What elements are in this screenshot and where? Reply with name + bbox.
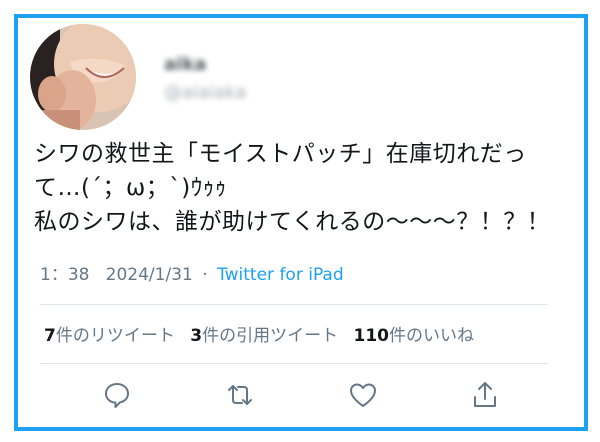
tweet-meta: 1：38 2024/1/31 · Twitter for iPad [40,260,344,285]
tweet-text-line: シワの救世主「モイストパッチ」在庫切れだっ [34,141,527,167]
tweet-text: シワの救世主「モイストパッチ」在庫切れだっ て…(´；ω；`)ｳｩｩ 私のシワは… [34,137,574,239]
quotes-stat[interactable]: 3件の引用ツイート [190,326,338,346]
like-icon [350,383,376,407]
likes-count: 110 [353,326,390,346]
quotes-count: 3 [190,326,203,346]
reply-icon [105,383,129,408]
tweet-time[interactable]: 1：38 [40,265,89,285]
author-block[interactable]: aika @aiaiaka [164,54,246,104]
tweet-card: aika @aiaiaka シワの救世主「モイストパッチ」在庫切れだっ て…(´… [14,14,588,431]
author-handle[interactable]: @aiaiaka [164,82,246,104]
tweet-date[interactable]: 2024/1/31 [106,265,193,285]
meta-separator: · [202,265,208,285]
retweets-count: 7 [44,326,56,346]
retweets-label: 件のリツイート [55,326,175,346]
tweet-text-line: て…(´；ω；`)ｳｩｩ [34,175,227,201]
author-display-name[interactable]: aika [164,54,246,76]
retweet-icon [228,385,252,405]
tweet-client-link[interactable]: Twitter for iPad [217,265,344,285]
likes-label: 件のいいね [389,326,474,346]
reply-button[interactable] [102,380,132,410]
tweet-text-line: 私のシワは、誰が助けてくれるの〜〜〜？！？！ [34,209,551,235]
retweet-button[interactable] [225,380,255,410]
divider [40,363,548,364]
action-bar [18,380,584,410]
likes-stat[interactable]: 110件のいいね [354,326,475,346]
retweets-stat[interactable]: 7件のリツイート [44,326,175,346]
quotes-label: 件の引用ツイート [202,326,339,346]
share-button[interactable] [470,380,500,410]
engagement-stats: 7件のリツイート 3件の引用ツイート 110件のいいね [44,321,484,346]
share-icon [474,382,496,407]
like-button[interactable] [348,380,378,410]
avatar[interactable] [30,24,136,130]
divider [40,304,548,305]
